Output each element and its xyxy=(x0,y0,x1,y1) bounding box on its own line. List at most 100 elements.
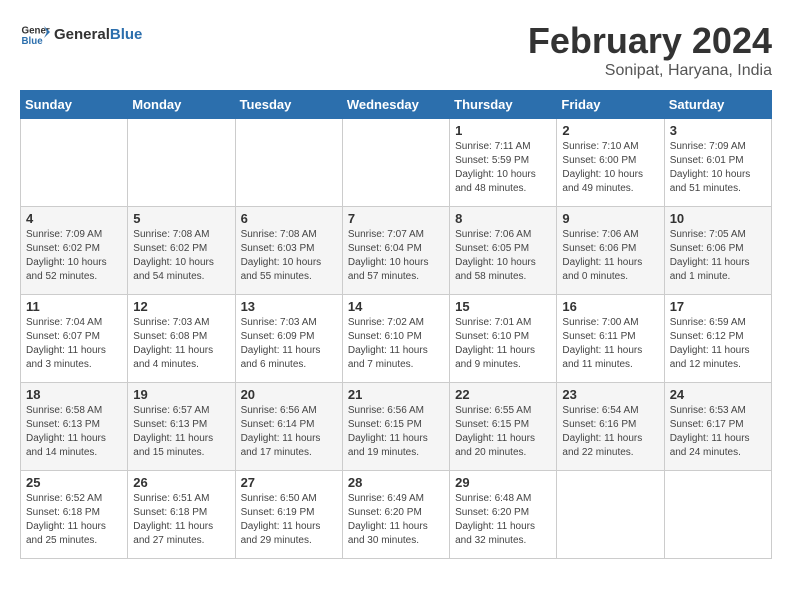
day-number: 25 xyxy=(26,475,122,490)
day-header-saturday: Saturday xyxy=(664,91,771,119)
calendar-cell: 28 Sunrise: 6:49 AM Sunset: 6:20 PM Dayli… xyxy=(342,471,449,559)
calendar-cell: 22 Sunrise: 6:55 AM Sunset: 6:15 PM Dayli… xyxy=(450,383,557,471)
calendar-body: 1 Sunrise: 7:11 AM Sunset: 5:59 PM Daylig… xyxy=(21,119,772,559)
calendar-cell: 26 Sunrise: 6:51 AM Sunset: 6:18 PM Dayli… xyxy=(128,471,235,559)
day-number: 29 xyxy=(455,475,551,490)
day-content: Sunrise: 7:06 AM Sunset: 6:06 PM Dayligh… xyxy=(562,228,658,284)
day-content: Sunrise: 6:57 AM Sunset: 6:13 PM Dayligh… xyxy=(133,404,229,460)
calendar-cell: 27 Sunrise: 6:50 AM Sunset: 6:19 PM Dayli… xyxy=(235,471,342,559)
day-header-tuesday: Tuesday xyxy=(235,91,342,119)
day-content: Sunrise: 6:55 AM Sunset: 6:15 PM Dayligh… xyxy=(455,404,551,460)
calendar-cell: 2 Sunrise: 7:10 AM Sunset: 6:00 PM Daylig… xyxy=(557,119,664,207)
day-content: Sunrise: 7:09 AM Sunset: 6:02 PM Dayligh… xyxy=(26,228,122,284)
day-number: 22 xyxy=(455,387,551,402)
calendar-cell: 29 Sunrise: 6:48 AM Sunset: 6:20 PM Dayli… xyxy=(450,471,557,559)
calendar-week-5: 25 Sunrise: 6:52 AM Sunset: 6:18 PM Dayli… xyxy=(21,471,772,559)
day-content: Sunrise: 7:00 AM Sunset: 6:11 PM Dayligh… xyxy=(562,316,658,372)
day-number: 18 xyxy=(26,387,122,402)
calendar-week-1: 1 Sunrise: 7:11 AM Sunset: 5:59 PM Daylig… xyxy=(21,119,772,207)
page-header: General Blue GeneralBlue February 2024 S… xyxy=(20,20,772,80)
day-number: 2 xyxy=(562,123,658,138)
day-number: 6 xyxy=(241,211,337,226)
logo-blue: Blue xyxy=(110,26,143,43)
calendar-week-3: 11 Sunrise: 7:04 AM Sunset: 6:07 PM Dayli… xyxy=(21,295,772,383)
calendar-cell: 20 Sunrise: 6:56 AM Sunset: 6:14 PM Dayli… xyxy=(235,383,342,471)
day-number: 12 xyxy=(133,299,229,314)
calendar-header-row: SundayMondayTuesdayWednesdayThursdayFrid… xyxy=(21,91,772,119)
day-number: 9 xyxy=(562,211,658,226)
day-content: Sunrise: 7:08 AM Sunset: 6:02 PM Dayligh… xyxy=(133,228,229,284)
calendar-table: SundayMondayTuesdayWednesdayThursdayFrid… xyxy=(20,90,772,559)
day-content: Sunrise: 6:56 AM Sunset: 6:15 PM Dayligh… xyxy=(348,404,444,460)
day-number: 1 xyxy=(455,123,551,138)
day-content: Sunrise: 7:10 AM Sunset: 6:00 PM Dayligh… xyxy=(562,140,658,196)
calendar-cell xyxy=(557,471,664,559)
calendar-cell: 4 Sunrise: 7:09 AM Sunset: 6:02 PM Daylig… xyxy=(21,207,128,295)
day-number: 27 xyxy=(241,475,337,490)
calendar-cell xyxy=(128,119,235,207)
day-content: Sunrise: 7:05 AM Sunset: 6:06 PM Dayligh… xyxy=(670,228,766,284)
day-header-wednesday: Wednesday xyxy=(342,91,449,119)
calendar-cell xyxy=(664,471,771,559)
day-content: Sunrise: 6:53 AM Sunset: 6:17 PM Dayligh… xyxy=(670,404,766,460)
day-content: Sunrise: 6:48 AM Sunset: 6:20 PM Dayligh… xyxy=(455,492,551,548)
calendar-cell: 1 Sunrise: 7:11 AM Sunset: 5:59 PM Daylig… xyxy=(450,119,557,207)
day-number: 19 xyxy=(133,387,229,402)
day-header-monday: Monday xyxy=(128,91,235,119)
day-number: 8 xyxy=(455,211,551,226)
day-number: 21 xyxy=(348,387,444,402)
calendar-cell: 16Sunrise: 7:00 AM Sunset: 6:11 PM Dayli… xyxy=(557,295,664,383)
day-content: Sunrise: 6:54 AM Sunset: 6:16 PM Dayligh… xyxy=(562,404,658,460)
calendar-cell: 10 Sunrise: 7:05 AM Sunset: 6:06 PM Dayli… xyxy=(664,207,771,295)
day-content: Sunrise: 7:08 AM Sunset: 6:03 PM Dayligh… xyxy=(241,228,337,284)
calendar-cell: 12 Sunrise: 7:03 AM Sunset: 6:08 PM Dayli… xyxy=(128,295,235,383)
calendar-cell xyxy=(342,119,449,207)
calendar-cell: 7Sunrise: 7:07 AM Sunset: 6:04 PM Daylig… xyxy=(342,207,449,295)
calendar-cell: 23 Sunrise: 6:54 AM Sunset: 6:16 PM Dayli… xyxy=(557,383,664,471)
day-content: Sunrise: 7:03 AM Sunset: 6:09 PM Dayligh… xyxy=(241,316,337,372)
day-content: Sunrise: 6:50 AM Sunset: 6:19 PM Dayligh… xyxy=(241,492,337,548)
calendar-cell: 21 Sunrise: 6:56 AM Sunset: 6:15 PM Dayli… xyxy=(342,383,449,471)
calendar-week-2: 4 Sunrise: 7:09 AM Sunset: 6:02 PM Daylig… xyxy=(21,207,772,295)
day-content: Sunrise: 6:58 AM Sunset: 6:13 PM Dayligh… xyxy=(26,404,122,460)
day-content: Sunrise: 6:52 AM Sunset: 6:18 PM Dayligh… xyxy=(26,492,122,548)
day-header-friday: Friday xyxy=(557,91,664,119)
day-number: 14 xyxy=(348,299,444,314)
calendar-cell: 25 Sunrise: 6:52 AM Sunset: 6:18 PM Dayli… xyxy=(21,471,128,559)
calendar-cell: 24Sunrise: 6:53 AM Sunset: 6:17 PM Dayli… xyxy=(664,383,771,471)
calendar-title: February 2024 xyxy=(528,20,772,62)
calendar-cell: 8Sunrise: 7:06 AM Sunset: 6:05 PM Daylig… xyxy=(450,207,557,295)
day-header-thursday: Thursday xyxy=(450,91,557,119)
day-header-sunday: Sunday xyxy=(21,91,128,119)
day-content: Sunrise: 7:02 AM Sunset: 6:10 PM Dayligh… xyxy=(348,316,444,372)
calendar-cell: 9 Sunrise: 7:06 AM Sunset: 6:06 PM Daylig… xyxy=(557,207,664,295)
calendar-cell: 11 Sunrise: 7:04 AM Sunset: 6:07 PM Dayli… xyxy=(21,295,128,383)
day-content: Sunrise: 6:56 AM Sunset: 6:14 PM Dayligh… xyxy=(241,404,337,460)
calendar-cell xyxy=(235,119,342,207)
day-content: Sunrise: 6:49 AM Sunset: 6:20 PM Dayligh… xyxy=(348,492,444,548)
calendar-subtitle: Sonipat, Haryana, India xyxy=(528,62,772,80)
day-number: 10 xyxy=(670,211,766,226)
day-content: Sunrise: 7:03 AM Sunset: 6:08 PM Dayligh… xyxy=(133,316,229,372)
calendar-cell: 19 Sunrise: 6:57 AM Sunset: 6:13 PM Dayli… xyxy=(128,383,235,471)
day-content: Sunrise: 6:59 AM Sunset: 6:12 PM Dayligh… xyxy=(670,316,766,372)
day-content: Sunrise: 7:01 AM Sunset: 6:10 PM Dayligh… xyxy=(455,316,551,372)
calendar-cell: 5 Sunrise: 7:08 AM Sunset: 6:02 PM Daylig… xyxy=(128,207,235,295)
day-content: Sunrise: 6:51 AM Sunset: 6:18 PM Dayligh… xyxy=(133,492,229,548)
day-number: 28 xyxy=(348,475,444,490)
logo: General Blue GeneralBlue xyxy=(20,20,142,50)
day-number: 20 xyxy=(241,387,337,402)
day-content: Sunrise: 7:04 AM Sunset: 6:07 PM Dayligh… xyxy=(26,316,122,372)
calendar-cell xyxy=(21,119,128,207)
day-number: 26 xyxy=(133,475,229,490)
day-number: 11 xyxy=(26,299,122,314)
svg-text:Blue: Blue xyxy=(22,36,44,47)
day-content: Sunrise: 7:11 AM Sunset: 5:59 PM Dayligh… xyxy=(455,140,551,196)
calendar-cell: 6 Sunrise: 7:08 AM Sunset: 6:03 PM Daylig… xyxy=(235,207,342,295)
day-number: 4 xyxy=(26,211,122,226)
day-number: 23 xyxy=(562,387,658,402)
day-content: Sunrise: 7:09 AM Sunset: 6:01 PM Dayligh… xyxy=(670,140,766,196)
day-number: 17 xyxy=(670,299,766,314)
day-number: 15 xyxy=(455,299,551,314)
day-number: 5 xyxy=(133,211,229,226)
